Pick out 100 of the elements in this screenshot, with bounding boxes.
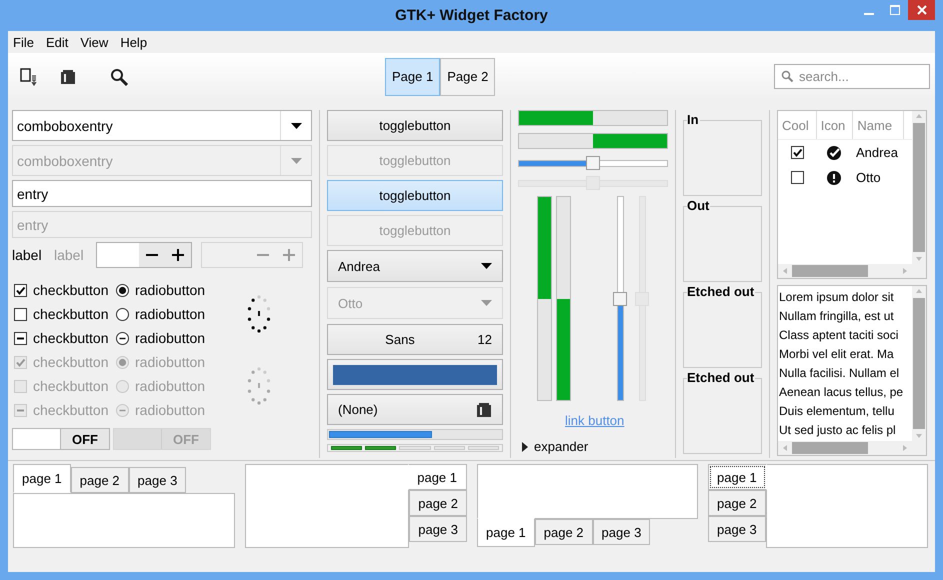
search-field[interactable]: search... bbox=[774, 64, 930, 89]
checkbox[interactable] bbox=[790, 171, 804, 184]
exclamation-icon bbox=[827, 170, 841, 184]
notebook-tab[interactable]: page 2 bbox=[409, 490, 467, 516]
toggle-button[interactable]: togglebutton bbox=[327, 180, 503, 211]
checkbox[interactable] bbox=[14, 284, 27, 296]
notebook-tab[interactable]: page 2 bbox=[708, 490, 766, 516]
maximize-icon bbox=[890, 5, 900, 15]
combo-box-entry[interactable]: comboboxentry bbox=[12, 110, 312, 141]
radio-label: radiobutton bbox=[135, 378, 206, 394]
notebook-tab[interactable]: page 1 bbox=[477, 518, 535, 547]
minimize-icon bbox=[864, 12, 874, 14]
close-icon bbox=[916, 5, 926, 15]
column-header[interactable]: Icon bbox=[816, 111, 854, 139]
radio-button[interactable] bbox=[116, 308, 129, 320]
search-icon bbox=[781, 70, 794, 83]
document-icon[interactable] bbox=[20, 68, 38, 86]
text-entry[interactable]: entry bbox=[12, 180, 312, 207]
menu-item[interactable]: File bbox=[13, 34, 34, 50]
toolbar-tab[interactable]: Page 1 bbox=[385, 58, 440, 96]
checkbox[interactable] bbox=[14, 308, 27, 320]
notebook-tab[interactable]: page 1 bbox=[708, 464, 767, 490]
notebook-tab[interactable]: page 1 bbox=[13, 464, 71, 493]
radio-label: radiobutton bbox=[135, 330, 206, 346]
checkbox[interactable] bbox=[14, 332, 27, 344]
radio-button[interactable] bbox=[116, 332, 129, 344]
dropdown-arrow-icon bbox=[290, 158, 302, 164]
frame-label: Out bbox=[687, 198, 710, 213]
slider-handle[interactable] bbox=[586, 156, 600, 170]
text-view[interactable]: Lorem ipsum dolor sit Nullam fringilla, est ut Class aptent taciti soci Morbi vel elit erat. Ma Nulla facilisi. Nullam el Aenean lacus tellus, pe Duis elementum, tellu Ut sed justo ac felis pl bbox=[777, 285, 927, 456]
toolbar-tab[interactable]: Page 2 bbox=[440, 58, 496, 96]
file-chooser-button[interactable]: (None) bbox=[327, 394, 503, 425]
level-segment bbox=[365, 446, 396, 450]
column-header[interactable]: Name bbox=[853, 111, 904, 139]
notebook-tab[interactable]: page 3 bbox=[592, 519, 650, 545]
dropdown-arrow-icon bbox=[290, 122, 302, 128]
notebook-tab[interactable]: page 3 bbox=[708, 516, 766, 542]
text-line: Morbi vel elit erat. Ma bbox=[779, 346, 894, 363]
notebook-tab[interactable]: page 2 bbox=[70, 467, 129, 493]
notebook-tab[interactable]: page 1 bbox=[408, 464, 467, 490]
label-text: label bbox=[12, 247, 43, 263]
color-button[interactable] bbox=[327, 359, 503, 390]
close-button[interactable] bbox=[908, 0, 935, 20]
menu-item[interactable]: View bbox=[80, 34, 108, 50]
checkbox-label: checkbutton bbox=[33, 330, 108, 346]
notebook-tab[interactable]: page 3 bbox=[409, 516, 467, 542]
slider-handle[interactable] bbox=[613, 292, 627, 306]
plus-icon[interactable] bbox=[172, 249, 184, 261]
text-line: Ut sed justo ac felis pl bbox=[779, 422, 896, 439]
checkbox-label: checkbutton bbox=[33, 378, 108, 394]
text-line: Nullam fringilla, est ut bbox=[779, 308, 894, 325]
radio-label: radiobutton bbox=[135, 402, 206, 418]
checkbox[interactable] bbox=[790, 146, 804, 159]
scrollbar-thumb[interactable] bbox=[792, 265, 868, 277]
checkbox-label: checkbutton bbox=[33, 354, 108, 370]
text-line: Class aptent taciti soci bbox=[779, 327, 898, 344]
table-cell-text: Otto bbox=[855, 170, 881, 185]
table-cell-text: Andrea bbox=[855, 145, 898, 160]
text-line: Duis elementum, tellu bbox=[779, 403, 894, 420]
folder-icon[interactable] bbox=[60, 68, 76, 84]
dropdown-arrow-icon bbox=[481, 300, 492, 306]
checkbox-label: checkbutton bbox=[33, 402, 108, 418]
frame-label: Etched out bbox=[687, 284, 756, 299]
toggle-button[interactable]: togglebutton bbox=[327, 110, 503, 141]
scrollbar-thumb[interactable] bbox=[913, 298, 925, 429]
expander[interactable]: expander bbox=[518, 439, 588, 454]
checkmark-icon bbox=[827, 146, 841, 160]
toggle-switch[interactable]: OFF bbox=[12, 428, 110, 450]
text-line: Aenean lacus tellus, pe bbox=[779, 384, 904, 401]
radio-label: radiobutton bbox=[135, 306, 206, 322]
menu-item[interactable]: Edit bbox=[46, 34, 68, 50]
text-line: Lorem ipsum dolor sit bbox=[779, 289, 894, 306]
folder-icon bbox=[476, 402, 492, 418]
scrollbar-thumb[interactable] bbox=[792, 442, 868, 454]
notebook-tab[interactable]: page 3 bbox=[128, 467, 186, 493]
scrollbar-thumb[interactable] bbox=[913, 123, 925, 252]
dropdown-arrow-icon bbox=[481, 263, 492, 269]
entry-text[interactable]: comboboxentry bbox=[17, 118, 280, 134]
menu-item[interactable]: Help bbox=[120, 34, 148, 50]
combo-box[interactable]: Andrea bbox=[327, 250, 503, 282]
slider-track[interactable] bbox=[518, 160, 668, 167]
column-header[interactable]: Cool bbox=[778, 111, 817, 139]
frame-label: Etched out bbox=[687, 370, 756, 385]
label-text: label bbox=[54, 247, 85, 263]
radio-label: radiobutton bbox=[135, 282, 206, 298]
font-button[interactable]: Sans 12 bbox=[327, 324, 503, 355]
slider-track[interactable] bbox=[617, 196, 624, 401]
text-line: Nulla facilisi. Nullam el bbox=[779, 365, 900, 382]
search-icon[interactable] bbox=[110, 68, 128, 86]
radio-label: radiobutton bbox=[135, 354, 206, 370]
expander-label[interactable]: expander bbox=[534, 439, 588, 454]
radio-button[interactable] bbox=[116, 284, 129, 296]
level-segment bbox=[331, 446, 362, 450]
tree-view[interactable]: Cool Icon Name Andrea Otto bbox=[777, 110, 927, 279]
frame-label: In bbox=[687, 112, 700, 127]
checkbox-label: checkbutton bbox=[33, 306, 108, 322]
notebook-tab[interactable]: page 2 bbox=[534, 519, 593, 545]
spin-button[interactable] bbox=[96, 242, 192, 268]
window-title: GTK+ Widget Factory bbox=[395, 7, 548, 24]
checkbox-label: checkbutton bbox=[33, 282, 108, 298]
